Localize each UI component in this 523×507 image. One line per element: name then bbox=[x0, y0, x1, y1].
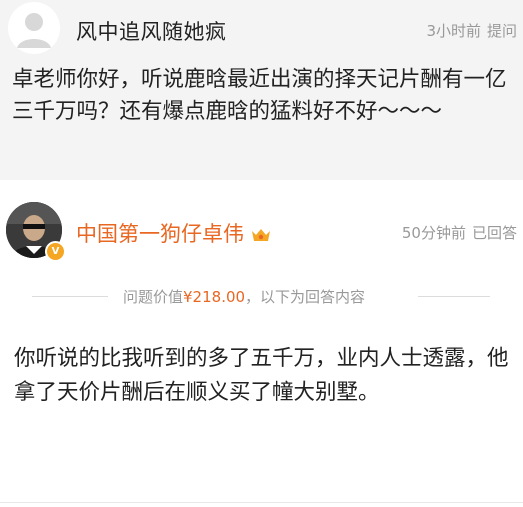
verified-badge-icon: V bbox=[45, 241, 66, 262]
answerer-name-row: 中国第一狗仔卓伟 bbox=[76, 218, 272, 248]
qa-page: 风中追风随她疯 3小时前 提问 卓老师你好，听说鹿晗最近出演的择天记片酬有一亿三千… bbox=[0, 0, 523, 507]
divider-line-right bbox=[418, 296, 490, 297]
question-meta: 3小时前 提问 bbox=[426, 20, 517, 41]
question-text: 卓老师你好，听说鹿晗最近出演的择天记片酬有一亿三千万吗？还有爆点鹿晗的猛料好不好… bbox=[12, 67, 507, 124]
default-avatar-icon bbox=[8, 2, 60, 54]
asker-name[interactable]: 风中追风随她疯 bbox=[76, 16, 227, 46]
answer-status: 已回答 bbox=[471, 224, 517, 242]
bottom-divider bbox=[0, 502, 523, 503]
answer-meta: 50分钟前 已回答 bbox=[402, 222, 517, 243]
asker-avatar[interactable] bbox=[8, 2, 60, 54]
question-card: 风中追风随她疯 3小时前 提问 卓老师你好，听说鹿晗最近出演的择天记片酬有一亿三千… bbox=[0, 0, 523, 180]
question-action: 提问 bbox=[486, 22, 517, 40]
divider-line-left bbox=[32, 296, 108, 297]
price-info: 问题价值¥218.00，以下为回答内容 bbox=[123, 286, 365, 307]
price-prefix: 问题价值 bbox=[123, 288, 184, 306]
answer-time: 50分钟前 bbox=[401, 224, 466, 242]
answer-card: V 中国第一狗仔卓伟 50分钟前 已回答 问题价值¥218.00，以下为回答内容 … bbox=[0, 180, 523, 507]
price-divider: 问题价值¥218.00，以下为回答内容 bbox=[0, 286, 523, 308]
answerer-name[interactable]: 中国第一狗仔卓伟 bbox=[76, 222, 244, 246]
answer-text: 你听说的比我听到的多了五千万，业内人士透露，他拿了天价片酬后在顺义买了幢大别墅。 bbox=[14, 346, 509, 405]
price-value: ¥218.00 bbox=[183, 288, 246, 306]
crown-icon bbox=[252, 229, 270, 241]
price-suffix: ，以下为回答内容 bbox=[245, 288, 366, 306]
question-time: 3小时前 bbox=[426, 22, 481, 40]
